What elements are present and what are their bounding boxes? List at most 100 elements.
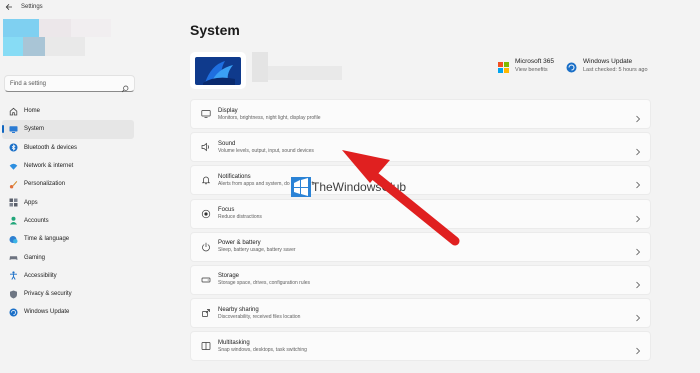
sidebar-item-label: Privacy & security — [24, 291, 72, 298]
sidebar-item-label: Apps — [24, 199, 38, 206]
sidebar-item-network[interactable]: Network & internet — [2, 157, 134, 175]
display-icon — [201, 109, 211, 119]
chevron-right-icon — [635, 210, 641, 222]
sidebar-item-label: Gaming — [24, 254, 46, 261]
sidebar-item-apps[interactable]: Apps — [2, 193, 134, 211]
card-storage[interactable]: Storage Storage space, drives, configurat… — [190, 264, 651, 295]
card-title: Nearby sharing — [218, 306, 259, 313]
sidebar: Find a setting Home System Bluetooth & d… — [0, 14, 140, 373]
bell-icon — [201, 175, 211, 185]
sidebar-item-label: Home — [24, 108, 41, 115]
card-subtitle: Discoverability, received files location — [218, 313, 301, 320]
chevron-right-icon — [635, 276, 641, 289]
sidebar-item-label: Accounts — [24, 217, 49, 224]
sidebar-item-label: System — [24, 126, 45, 133]
watermark-logo-icon — [291, 177, 311, 197]
card-multitasking[interactable]: Multitasking Snap windows, desktops, task… — [190, 331, 651, 362]
focus-icon — [201, 209, 211, 219]
avatar[interactable] — [3, 19, 111, 63]
bluetooth-icon — [9, 143, 18, 152]
card-title: Multitasking — [218, 339, 250, 346]
quick-link-subtitle: Last checked: 5 hours ago — [583, 67, 648, 73]
chevron-right-icon — [635, 176, 641, 189]
shield-icon — [9, 290, 18, 299]
card-subtitle: Alerts from apps and system, do not dist… — [218, 180, 315, 187]
share-icon — [201, 308, 211, 318]
sidebar-item-system[interactable]: System — [2, 120, 134, 139]
card-subtitle: Snap windows, desktops, task switching — [218, 346, 307, 353]
quick-link-title: Windows Update — [583, 58, 633, 65]
sidebar-item-label: Bluetooth & devices — [24, 144, 78, 151]
search-input[interactable]: Find a setting — [4, 75, 135, 92]
card-subtitle: Storage space, drives, configuration rul… — [218, 280, 310, 287]
sidebar-item-gaming[interactable]: Gaming — [2, 248, 134, 266]
chevron-right-icon — [635, 309, 641, 322]
device-model-blurred — [268, 66, 342, 80]
quick-link-title: Microsoft 365 — [515, 58, 555, 65]
microsoft-365-link[interactable]: Microsoft 365 View benefits — [498, 58, 554, 74]
card-title: Display — [218, 107, 238, 114]
settings-list: Display Monitors, brightness, night light… — [190, 99, 651, 365]
page-title: System — [190, 22, 240, 38]
card-subtitle: Sleep, battery usage, battery saver — [218, 247, 296, 254]
monitor-icon — [9, 125, 18, 134]
chevron-right-icon — [635, 143, 641, 156]
sidebar-item-bluetooth[interactable]: Bluetooth & devices — [2, 139, 134, 157]
gamepad-icon — [9, 253, 18, 262]
storage-icon — [201, 275, 211, 285]
accessibility-icon — [9, 271, 18, 281]
card-sound[interactable]: Sound Volume levels, output, input, sound… — [190, 132, 651, 163]
quick-link-subtitle: View benefits — [515, 67, 548, 73]
wallpaper-image — [195, 56, 241, 85]
back-arrow-icon[interactable] — [4, 2, 14, 12]
watermark: TheWindowsClub — [291, 177, 406, 197]
card-power-battery[interactable]: Power & battery Sleep, battery usage, bat… — [190, 231, 651, 262]
title-bar: Settings — [0, 0, 700, 14]
card-title: Focus — [218, 207, 235, 214]
device-name-blurred — [252, 52, 268, 82]
power-icon — [201, 242, 211, 252]
card-display[interactable]: Display Monitors, brightness, night light… — [190, 99, 651, 129]
person-icon — [9, 216, 18, 225]
update-icon — [566, 60, 577, 73]
card-focus[interactable]: Focus Reduce distractions — [190, 198, 651, 229]
sidebar-item-accessibility[interactable]: Accessibility — [2, 267, 134, 285]
card-subtitle: Monitors, brightness, night light, displ… — [218, 114, 321, 121]
chevron-right-icon — [635, 110, 641, 123]
sidebar-item-home[interactable]: Home — [2, 102, 134, 120]
device-thumbnail[interactable] — [190, 52, 246, 89]
card-title: Sound — [218, 140, 236, 147]
app-title: Settings — [21, 4, 43, 10]
wifi-icon — [9, 162, 18, 171]
sidebar-item-label: Accessibility — [24, 272, 57, 279]
update-icon — [9, 308, 18, 317]
home-icon — [9, 107, 18, 116]
watermark-text: TheWindowsClub — [312, 180, 407, 194]
search-placeholder: Find a setting — [10, 80, 47, 87]
multitasking-icon — [201, 341, 211, 351]
card-notifications[interactable]: Notifications Alerts from apps and system… — [190, 165, 651, 196]
sidebar-item-time-language[interactable]: Time & language — [2, 230, 134, 248]
chevron-right-icon — [635, 342, 641, 355]
card-title: Notifications — [218, 173, 251, 180]
apps-icon — [9, 198, 18, 207]
card-nearby-sharing[interactable]: Nearby sharing Discoverability, received … — [190, 298, 651, 329]
card-title: Power & battery — [218, 240, 261, 247]
windows-update-link[interactable]: Windows Update Last checked: 5 hours ago — [566, 58, 648, 74]
microsoft-logo-icon — [498, 60, 509, 73]
card-title: Storage — [218, 273, 240, 280]
sidebar-item-label: Windows Update — [24, 309, 70, 316]
sidebar-item-privacy-security[interactable]: Privacy & security — [2, 285, 134, 303]
sidebar-item-accounts[interactable]: Accounts — [2, 212, 134, 230]
brush-icon — [9, 180, 18, 189]
chevron-right-icon — [635, 243, 641, 256]
sidebar-item-label: Network & internet — [24, 163, 74, 170]
sidebar-item-windows-update[interactable]: Windows Update — [2, 303, 134, 321]
sidebar-item-personalization[interactable]: Personalization — [2, 175, 134, 193]
globe-clock-icon — [9, 235, 18, 244]
sidebar-item-label: Personalization — [24, 181, 66, 188]
speaker-icon — [201, 142, 211, 152]
search-icon[interactable] — [121, 80, 129, 92]
card-subtitle: Reduce distractions — [218, 214, 262, 221]
sidebar-nav: Home System Bluetooth & devices Network … — [2, 102, 134, 322]
